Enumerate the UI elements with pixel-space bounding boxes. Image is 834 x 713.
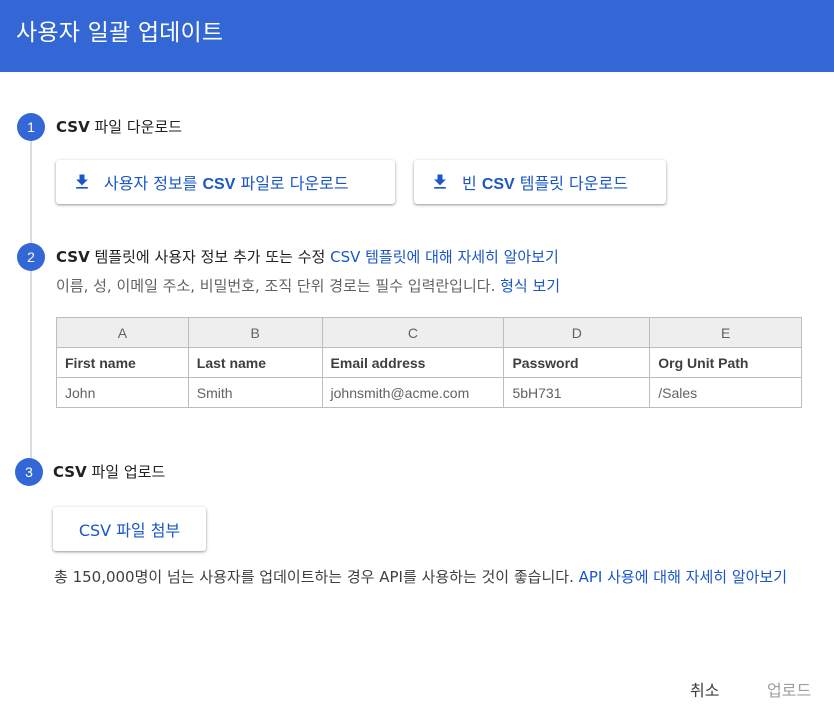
column-letter: D	[503, 317, 651, 348]
required-fields-description: 이름, 성, 이메일 주소, 비밀번호, 조직 단위 경로는 필수 입력란입니다…	[56, 275, 560, 296]
upload-button[interactable]: 업로드	[767, 677, 811, 701]
step-2-title-text: 템플릿에 사용자 정보 추가 또는 수정	[89, 248, 331, 266]
step-3-number: 3	[15, 458, 43, 486]
step-1-title-text: 파일 다운로드	[89, 118, 183, 136]
table-header-cell: Org Unit Path	[649, 347, 802, 378]
download-user-info-label: 사용자 정보를 CSV 파일로 다운로드	[104, 174, 349, 193]
table-cell: 5bH731	[503, 377, 651, 408]
column-letter: E	[649, 317, 802, 348]
attach-csv-button[interactable]: CSV 파일 첨부	[53, 507, 206, 551]
step-1-title: CSV 파일 다운로드	[56, 116, 182, 137]
download-user-info-button[interactable]: 사용자 정보를 CSV 파일로 다운로드	[56, 160, 395, 204]
csv-example-table: A B C D E First name Last name Email add…	[56, 317, 802, 408]
api-learn-more-link[interactable]: API 사용에 대해 자세히 알아보기	[579, 568, 787, 586]
step-1-number: 1	[17, 113, 45, 141]
step-3-title-text: 파일 업로드	[86, 463, 166, 481]
step-2-title-csv: CSV	[56, 248, 90, 266]
column-letter: B	[187, 317, 323, 348]
table-header-row: First name Last name Email address Passw…	[56, 347, 802, 378]
api-recommendation-note: 총 150,000명이 넘는 사용자를 업데이트하는 경우 API를 사용하는 …	[54, 566, 824, 588]
column-letter: C	[321, 317, 505, 348]
step-1-title-csv: CSV	[56, 118, 90, 136]
table-cell: /Sales	[649, 377, 802, 408]
column-letter-row: A B C D E	[56, 317, 802, 348]
dialog-title: 사용자 일괄 업데이트	[16, 20, 224, 46]
step-2-number: 2	[17, 243, 45, 271]
table-cell: johnsmith@acme.com	[321, 377, 505, 408]
table-header-cell: Email address	[321, 347, 505, 378]
column-letter: A	[56, 317, 189, 348]
table-header-cell: Last name	[187, 347, 323, 378]
step-3-title: CSV 파일 업로드	[53, 461, 165, 482]
table-header-cell: Password	[503, 347, 651, 378]
step-2-title: CSV 템플릿에 사용자 정보 추가 또는 수정 CSV 템플릿에 대해 자세히…	[56, 246, 559, 267]
table-row: John Smith johnsmith@acme.com 5bH731 /Sa…	[56, 377, 802, 408]
download-icon	[76, 174, 88, 189]
step-3-title-csv: CSV	[53, 463, 87, 481]
api-note-text: 총 150,000명이 넘는 사용자를 업데이트하는 경우 API를 사용하는 …	[54, 568, 579, 586]
cancel-button[interactable]: 취소	[690, 677, 719, 701]
table-cell: John	[56, 377, 189, 408]
download-blank-template-button[interactable]: 빈 CSV 템플릿 다운로드	[414, 160, 666, 204]
csv-template-learn-more-link[interactable]: CSV 템플릿에 대해 자세히 알아보기	[330, 248, 559, 266]
dialog-header: 사용자 일괄 업데이트	[0, 0, 834, 72]
table-header-cell: First name	[56, 347, 189, 378]
stepper-line	[30, 140, 32, 458]
table-cell: Smith	[187, 377, 323, 408]
required-fields-text: 이름, 성, 이메일 주소, 비밀번호, 조직 단위 경로는 필수 입력란입니다…	[56, 277, 501, 295]
download-blank-template-label: 빈 CSV 템플릿 다운로드	[462, 174, 628, 193]
view-format-link[interactable]: 형식 보기	[500, 277, 560, 295]
download-icon	[434, 174, 446, 189]
attach-csv-label: CSV 파일 첨부	[78, 521, 181, 540]
